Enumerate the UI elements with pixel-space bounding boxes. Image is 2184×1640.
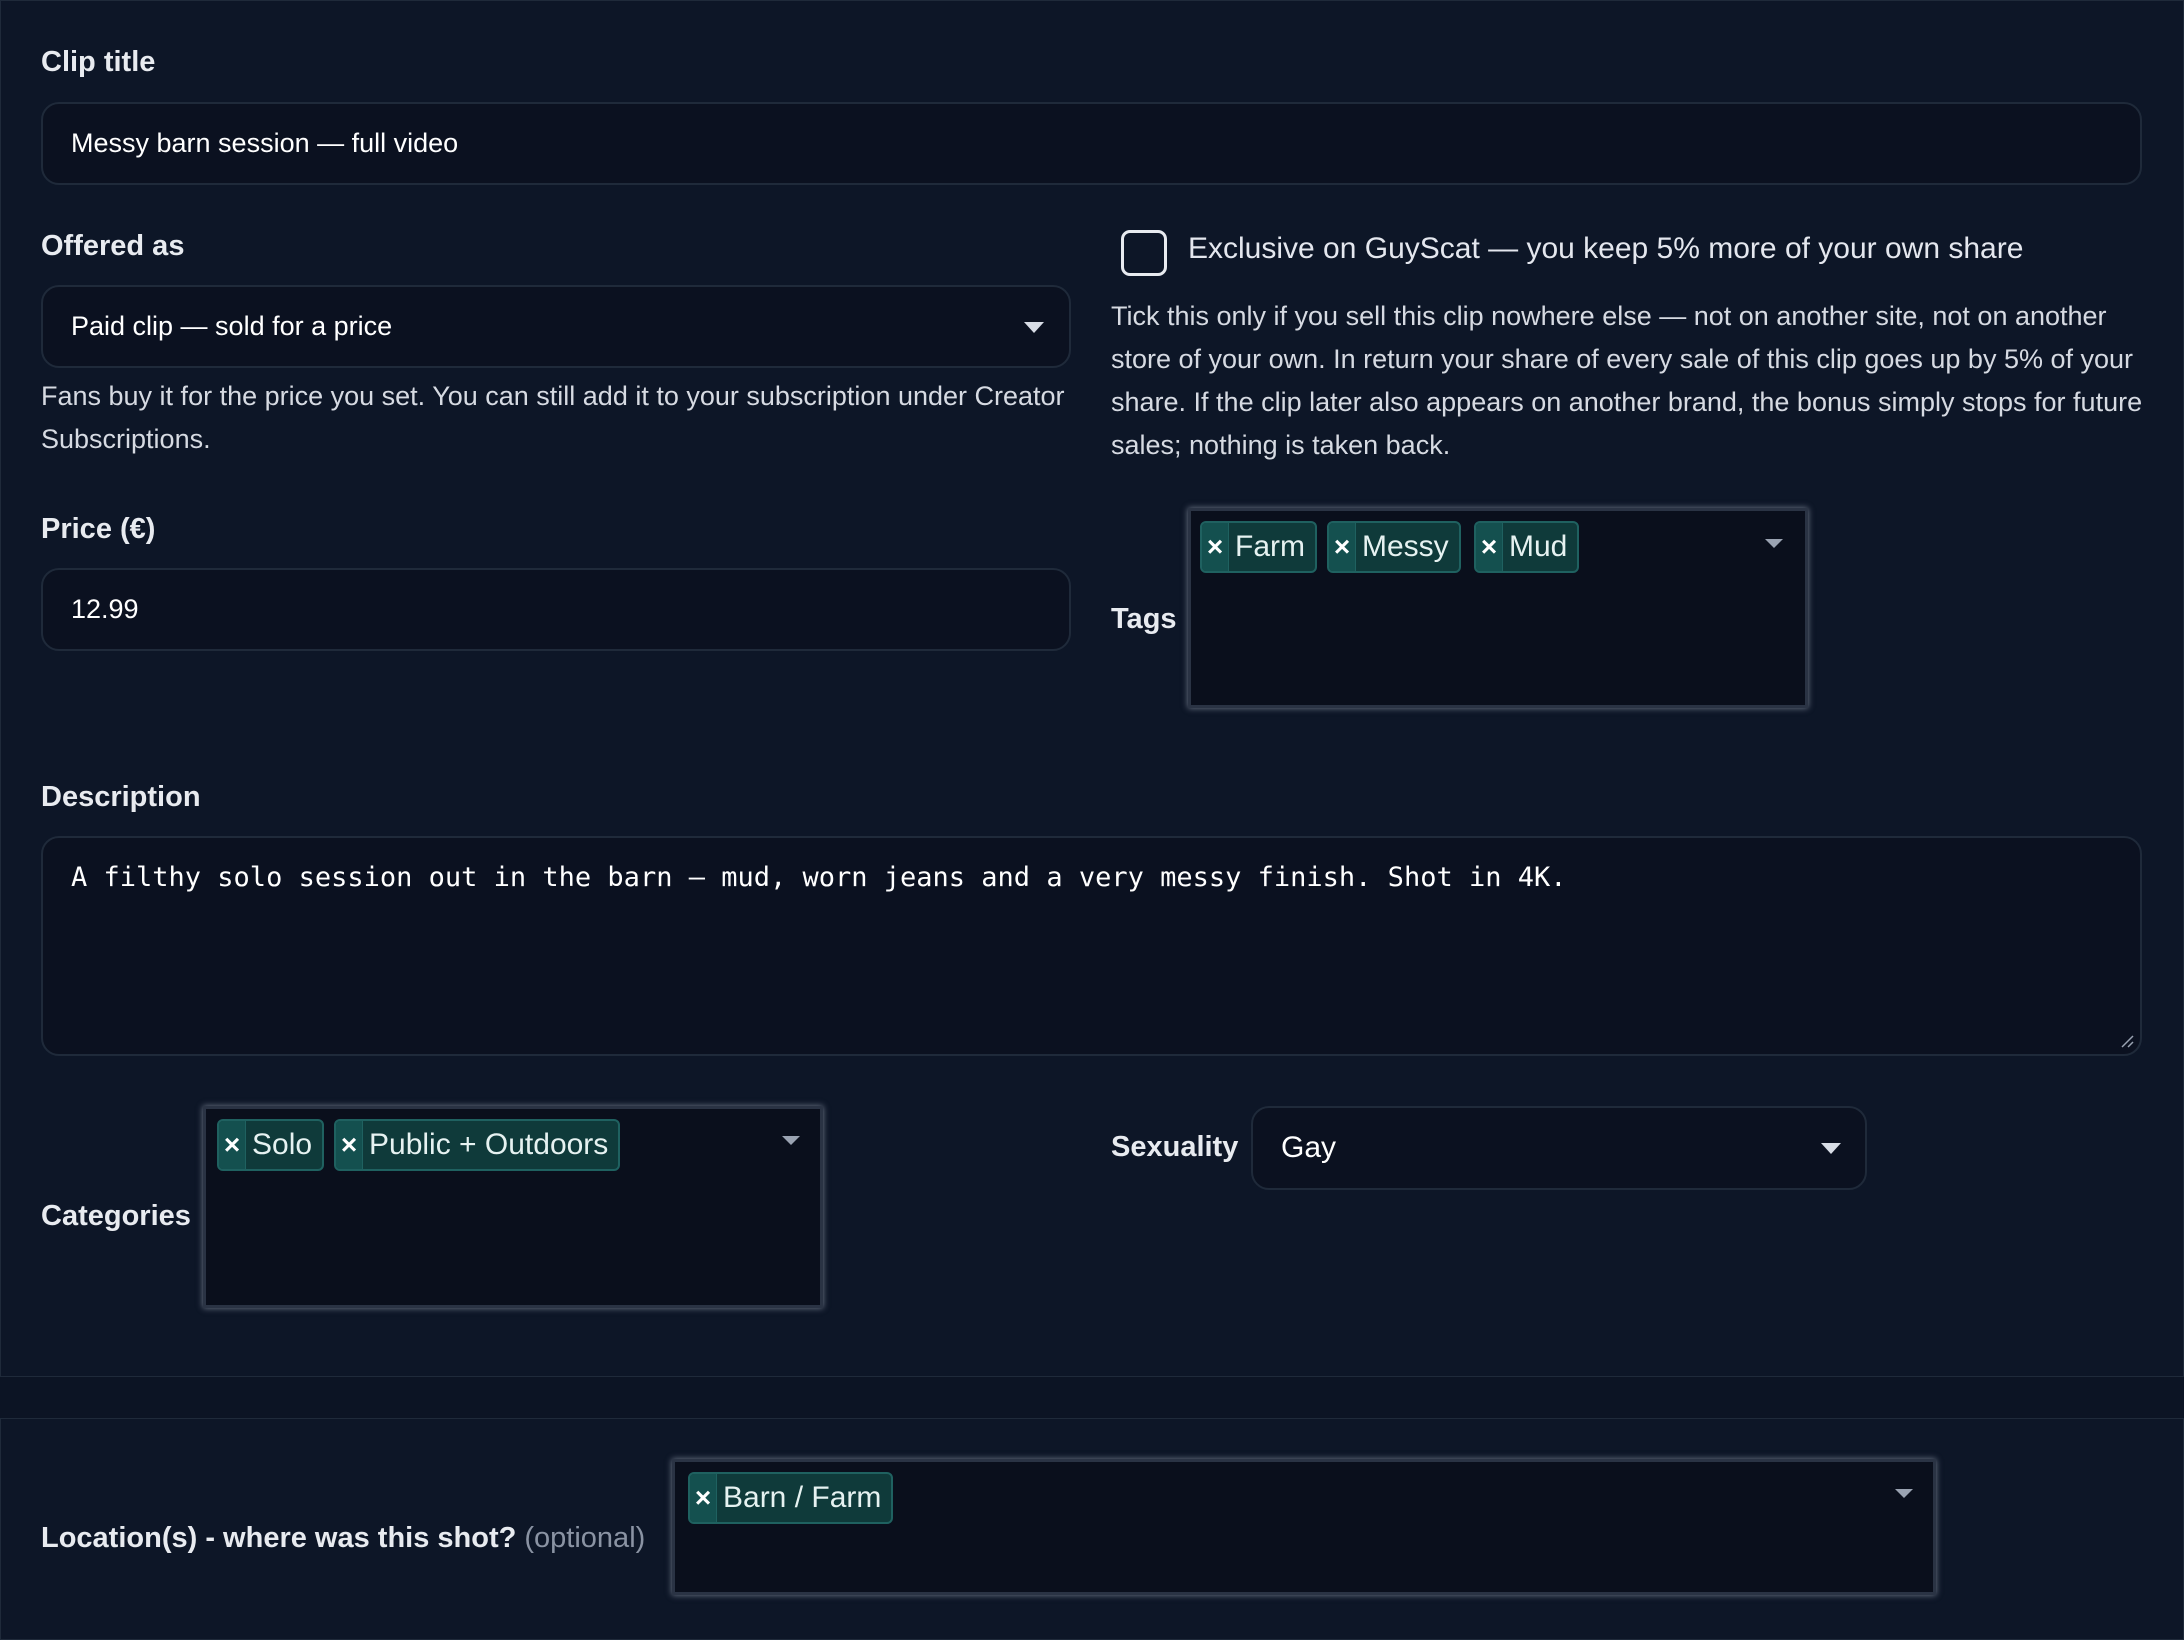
categories-multiselect[interactable]: × Solo × Public + Outdoors xyxy=(203,1106,823,1308)
chevron-down-icon xyxy=(1765,539,1783,548)
clip-title-input[interactable]: Messy barn session — full video xyxy=(41,102,2142,185)
chevron-down-icon xyxy=(1895,1489,1913,1498)
chevron-down-icon xyxy=(782,1136,800,1145)
exclusive-checkbox[interactable] xyxy=(1121,230,1167,276)
description-textarea[interactable]: A filthy solo session out in the barn — … xyxy=(41,836,2142,1056)
resize-handle-icon[interactable] xyxy=(2120,1034,2134,1048)
chevron-down-icon xyxy=(1821,1143,1841,1154)
category-chip-label: Solo xyxy=(252,1128,313,1161)
sexuality-select[interactable]: Gay xyxy=(1251,1106,1867,1190)
location-multiselect[interactable]: × Barn / Farm xyxy=(672,1459,1936,1595)
price-value: 12.99 xyxy=(71,594,139,624)
remove-tag-icon[interactable]: × xyxy=(1329,523,1356,571)
clip-title-value: Messy barn session — full video xyxy=(71,128,459,158)
exclusive-help: Tick this only if you sell this clip now… xyxy=(1111,301,2143,460)
tag-chip-mud: × Mud xyxy=(1474,521,1580,573)
categories-label: Categories xyxy=(41,1200,191,1232)
description-label: Description xyxy=(41,781,201,813)
remove-tag-icon[interactable]: × xyxy=(1476,523,1503,571)
tag-chip-label: Mud xyxy=(1509,530,1568,563)
offered-as-label: Offered as xyxy=(41,230,185,262)
sexuality-value: Gay xyxy=(1281,1131,1337,1164)
clip-title-label: Clip title xyxy=(41,46,156,78)
tags-multiselect[interactable]: × Farm × Messy × Mud xyxy=(1188,508,1808,708)
exclusive-label[interactable]: Exclusive on GuyScat — you keep 5% more … xyxy=(1188,232,2023,266)
tag-chip-label: Farm xyxy=(1235,530,1305,563)
price-label: Price (€) xyxy=(41,513,156,545)
location-label: Location(s) - where was this shot? (opti… xyxy=(41,1522,645,1555)
tag-chip-messy: × Messy xyxy=(1327,521,1461,573)
tag-chip-label: Messy xyxy=(1362,530,1449,563)
offered-as-select[interactable]: Paid clip — sold for a price xyxy=(41,285,1071,368)
tags-label: Tags xyxy=(1111,603,1177,635)
sexuality-label: Sexuality xyxy=(1111,1131,1239,1163)
remove-location-icon[interactable]: × xyxy=(690,1474,717,1522)
offered-as-value: Paid clip — sold for a price xyxy=(71,311,393,341)
category-chip-solo: × Solo xyxy=(217,1119,325,1171)
offered-as-help: Fans buy it for the price you set. You c… xyxy=(41,381,1065,454)
category-chip-public-outdoors: × Public + Outdoors xyxy=(334,1119,621,1171)
price-input[interactable]: 12.99 xyxy=(41,568,1071,651)
category-chip-label: Public + Outdoors xyxy=(369,1128,609,1161)
remove-category-icon[interactable]: × xyxy=(336,1121,363,1169)
location-optional-hint: (optional) xyxy=(524,1522,646,1554)
tag-chip-farm: × Farm xyxy=(1200,521,1317,573)
remove-tag-icon[interactable]: × xyxy=(1202,523,1229,571)
remove-category-icon[interactable]: × xyxy=(219,1121,246,1169)
description-value: A filthy solo session out in the barn — … xyxy=(71,862,1567,893)
location-chip-label: Barn / Farm xyxy=(723,1481,882,1514)
location-chip-barn-farm: × Barn / Farm xyxy=(688,1472,894,1524)
chevron-down-icon xyxy=(1024,322,1044,333)
location-label-text: Location(s) - where was this shot? xyxy=(41,1522,517,1554)
